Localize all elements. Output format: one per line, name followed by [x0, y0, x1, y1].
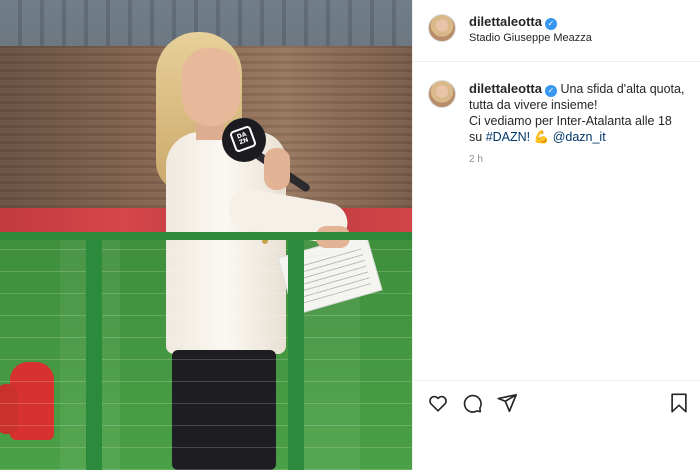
caption-line-1: Una sfida d'alta quota,	[560, 82, 685, 96]
post-photo[interactable]: DA ZN	[0, 0, 412, 470]
post-header: dilettaleotta ✓ Stadio Giuseppe Meazza	[413, 0, 700, 62]
presenter-face	[182, 48, 240, 126]
action-bar	[413, 380, 700, 470]
heart-icon	[429, 395, 447, 412]
caption-line-3: Ci vediamo per Inter-Atalanta alle 18	[469, 114, 672, 128]
comment-icon	[463, 394, 482, 413]
share-button[interactable]	[495, 391, 519, 415]
post-caption: dilettaleotta ✓ Una sfida d'alta quota, t…	[469, 81, 689, 145]
paper-plane-icon	[497, 393, 517, 413]
fence-net	[0, 240, 412, 470]
post-sidebar: dilettaleotta ✓ Stadio Giuseppe Meazza di…	[412, 0, 700, 470]
like-button[interactable]	[426, 391, 450, 415]
avatar[interactable]	[428, 14, 456, 42]
caption-username[interactable]: dilettaleotta ✓	[469, 81, 557, 97]
location-link[interactable]: Stadio Giuseppe Meazza	[469, 32, 592, 44]
comment-button[interactable]	[460, 391, 484, 415]
caption-line-4-prefix: su	[469, 130, 483, 144]
fence-rail	[0, 232, 412, 240]
save-button[interactable]	[667, 391, 691, 415]
mention-link[interactable]: @dazn_it	[553, 130, 606, 144]
hashtag-link[interactable]: #DAZN!	[486, 130, 530, 144]
verified-badge-icon: ✓	[544, 85, 557, 97]
fence-post	[288, 236, 304, 470]
presenter-hand	[264, 148, 290, 190]
caption-username-text[interactable]: dilettaleotta	[469, 81, 542, 96]
post-timestamp[interactable]: 2 h	[469, 154, 483, 165]
flexed-biceps-emoji: 💪	[533, 130, 550, 144]
fence-post	[86, 236, 102, 470]
caption-avatar[interactable]	[428, 80, 456, 108]
bookmark-icon	[671, 393, 687, 413]
username-text[interactable]: dilettaleotta	[469, 14, 542, 29]
verified-badge-icon: ✓	[544, 18, 557, 30]
header-username[interactable]: dilettaleotta ✓	[469, 14, 557, 30]
caption-line-2: tutta da vivere insieme!	[469, 98, 598, 112]
